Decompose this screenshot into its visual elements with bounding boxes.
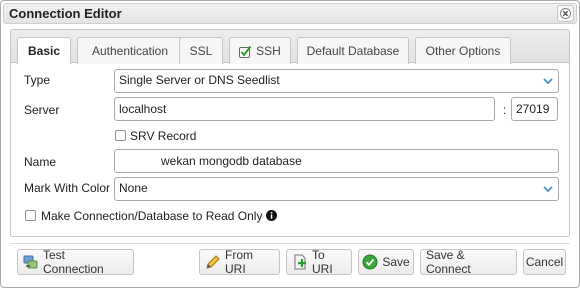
name-label: Name	[24, 155, 57, 169]
tab-other-options[interactable]: Other Options	[415, 37, 511, 64]
document-add-icon	[294, 254, 306, 270]
server-port-input[interactable]	[511, 97, 558, 121]
tab-ssh[interactable]: SSH	[229, 37, 291, 64]
chevron-down-icon	[543, 186, 553, 193]
tab-strip: Basic Authentication SSL SSH Default Dat…	[11, 30, 569, 64]
tab-default-database[interactable]: Default Database	[297, 37, 409, 64]
close-icon	[560, 8, 571, 19]
tab-basic-label: Basic	[27, 44, 61, 58]
tab-other-options-label: Other Options	[425, 44, 501, 58]
save-label: Save	[382, 255, 410, 269]
from-uri-label: From URI	[225, 248, 253, 276]
tab-authentication[interactable]: Authentication	[77, 37, 183, 64]
read-only-checkbox[interactable]	[25, 210, 36, 221]
tab-default-database-label: Default Database	[306, 44, 400, 58]
cancel-label: Cancel	[525, 255, 564, 269]
mark-color-value: None	[119, 181, 148, 195]
tab-ssh-label: SSH	[256, 44, 281, 58]
chevron-down-icon	[543, 78, 553, 85]
dialog-footer: Test Connection From URI To URI Save Sav…	[10, 243, 570, 280]
to-uri-button[interactable]: To URI	[286, 248, 352, 276]
server-port-separator: :	[503, 103, 507, 117]
check-icon	[239, 45, 252, 58]
tab-ssl[interactable]: SSL	[179, 37, 223, 64]
save-button[interactable]: Save	[358, 249, 414, 275]
type-select[interactable]: Single Server or DNS Seedlist	[114, 69, 559, 93]
to-uri-label: To URI	[312, 248, 333, 276]
tab-basic[interactable]: Basic	[17, 37, 71, 64]
tabs-panel: Basic Authentication SSL SSH Default Dat…	[10, 29, 570, 237]
close-button[interactable]	[557, 5, 574, 22]
test-connection-label: Test Connection	[43, 248, 104, 276]
srv-record-checkbox[interactable]	[115, 130, 126, 141]
type-label: Type	[24, 73, 51, 87]
type-select-value: Single Server or DNS Seedlist	[119, 73, 280, 87]
pencil-icon	[206, 255, 220, 269]
from-uri-button[interactable]: From URI	[199, 248, 280, 276]
tab-ssl-label: SSL	[189, 44, 213, 58]
plug-connect-icon	[23, 255, 38, 269]
server-host-input[interactable]	[114, 97, 495, 121]
info-icon[interactable]	[266, 210, 277, 221]
connection-editor-dialog: Connection Editor Basic Authentication S…	[0, 0, 580, 288]
cancel-button[interactable]: Cancel	[523, 249, 566, 275]
mark-color-select[interactable]: None	[114, 177, 559, 201]
test-connection-button[interactable]: Test Connection	[17, 248, 134, 276]
check-circle-icon	[362, 254, 378, 270]
title-bar[interactable]: Connection Editor	[3, 3, 577, 24]
name-input[interactable]	[114, 149, 559, 173]
save-connect-button[interactable]: Save & Connect	[420, 248, 517, 276]
mark-color-label: Mark With Color	[24, 181, 111, 195]
read-only-label: Make Connection/Database to Read Only	[41, 209, 263, 223]
srv-record-label: SRV Record	[130, 129, 197, 143]
dialog-title: Connection Editor	[9, 6, 122, 21]
tab-authentication-label: Authentication	[91, 44, 169, 58]
save-connect-label: Save & Connect	[426, 248, 471, 276]
server-label: Server	[24, 103, 60, 117]
